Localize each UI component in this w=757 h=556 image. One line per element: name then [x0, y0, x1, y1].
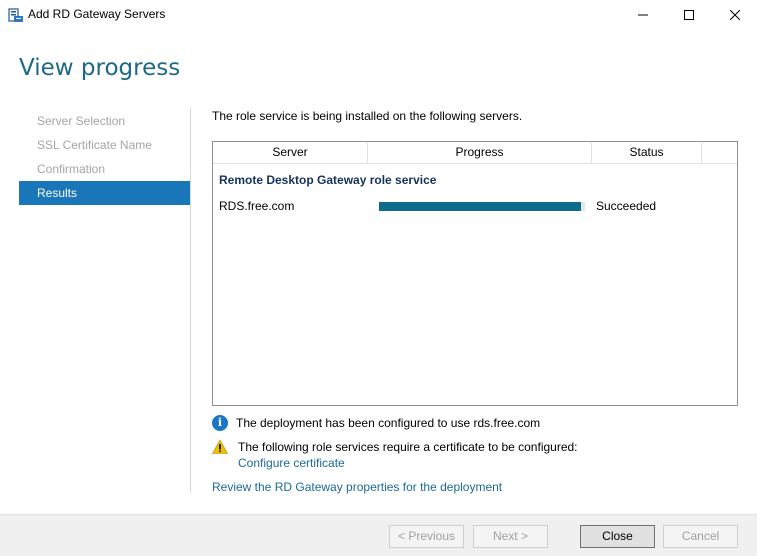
next-button[interactable]: Next > [473, 525, 548, 548]
window-title: Add RD Gateway Servers [28, 7, 166, 21]
footer-bar: < Previous Next > Close Cancel [0, 514, 757, 556]
nav-item-server-selection: Server Selection [37, 114, 126, 128]
close-icon [730, 10, 740, 20]
cancel-button[interactable]: Cancel [663, 525, 738, 548]
review-properties-link[interactable]: Review the RD Gateway properties for the… [212, 480, 502, 494]
page-title: View progress [19, 55, 181, 81]
column-header-status[interactable]: Status [592, 142, 702, 164]
intro-text: The role service is being installed on t… [212, 109, 523, 123]
minimize-icon [638, 14, 648, 16]
close-window-button[interactable] [712, 0, 757, 30]
nav-item-ssl-certificate-name: SSL Certificate Name [37, 138, 152, 152]
table-header: Server Progress Status [213, 142, 737, 164]
configure-certificate-link[interactable]: Configure certificate [238, 456, 345, 470]
info-message-text: The deployment has been configured to us… [236, 416, 541, 430]
info-icon: i [212, 415, 228, 431]
warning-icon [211, 439, 229, 455]
row-status: Succeeded [596, 199, 657, 213]
progress-bar [379, 202, 585, 211]
title-bar: Add RD Gateway Servers [0, 0, 757, 30]
progress-bar-fill [379, 202, 581, 211]
server-manager-icon [8, 7, 24, 23]
nav-divider [190, 108, 191, 493]
group-title: Remote Desktop Gateway role service [219, 173, 437, 187]
close-button[interactable]: Close [580, 525, 655, 548]
nav-item-results[interactable]: Results [19, 181, 190, 205]
row-server-name: RDS.free.com [219, 199, 295, 213]
column-header-progress[interactable]: Progress [368, 142, 592, 164]
nav-item-confirmation: Confirmation [37, 162, 106, 176]
maximize-icon [684, 10, 694, 20]
warning-message-text: The following role services require a ce… [238, 440, 578, 454]
maximize-button[interactable] [666, 0, 712, 30]
column-header-server[interactable]: Server [213, 142, 368, 164]
previous-button[interactable]: < Previous [389, 525, 464, 548]
wizard-nav: Server Selection SSL Certificate Name Co… [19, 109, 190, 205]
minimize-button[interactable] [620, 0, 666, 30]
progress-table: Server Progress Status Remote Desktop Ga… [212, 141, 738, 406]
